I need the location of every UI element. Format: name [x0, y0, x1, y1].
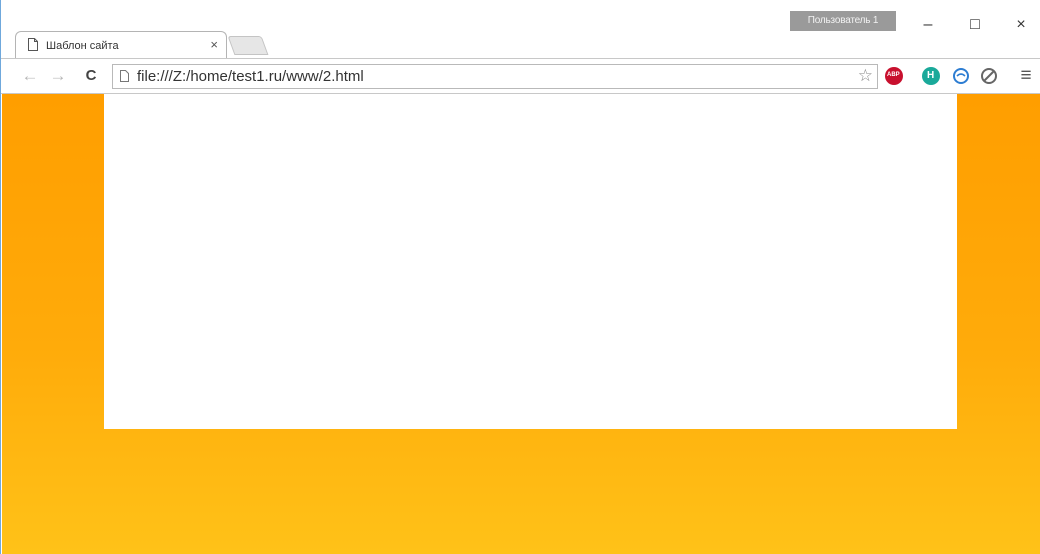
hola-label: H — [927, 70, 935, 81]
back-button[interactable]: ← — [19, 65, 41, 87]
tab-title: Шаблон сайта — [46, 40, 119, 52]
profile-button[interactable]: Пользователь 1 — [790, 11, 896, 31]
title-bar: Шаблон сайта × Пользователь 1 – □ × — [1, 0, 1040, 58]
adblock-plus-icon[interactable]: ABP — [885, 67, 903, 85]
disable-icon[interactable] — [980, 67, 998, 85]
bookmark-star-icon[interactable]: ☆ — [858, 66, 873, 86]
reload-button[interactable]: C — [80, 65, 102, 87]
file-icon — [120, 70, 129, 82]
browser-window: Шаблон сайта × Пользователь 1 – □ × ← → … — [0, 0, 1040, 554]
minimize-button[interactable]: – — [908, 10, 948, 40]
tab-close-icon[interactable]: × — [210, 37, 218, 52]
hola-icon[interactable]: H — [922, 67, 940, 85]
new-tab-button[interactable] — [227, 36, 269, 55]
content-panel — [104, 94, 957, 429]
abp-label: ABP — [887, 72, 900, 78]
forward-button[interactable]: → — [47, 65, 69, 87]
close-window-button[interactable]: × — [1001, 10, 1040, 40]
page-content — [2, 94, 1040, 554]
sync-icon[interactable] — [952, 67, 970, 85]
menu-icon[interactable]: ≡ — [1015, 65, 1037, 87]
tab-active[interactable]: Шаблон сайта × — [15, 31, 227, 58]
url-text[interactable]: file:///Z:/home/test1.ru/www/2.html — [137, 68, 364, 85]
maximize-button[interactable]: □ — [955, 10, 995, 40]
page-icon — [28, 38, 38, 51]
address-bar[interactable]: file:///Z:/home/test1.ru/www/2.html ☆ — [112, 64, 878, 89]
toolbar: ← → C file:///Z:/home/test1.ru/www/2.htm… — [1, 58, 1040, 94]
